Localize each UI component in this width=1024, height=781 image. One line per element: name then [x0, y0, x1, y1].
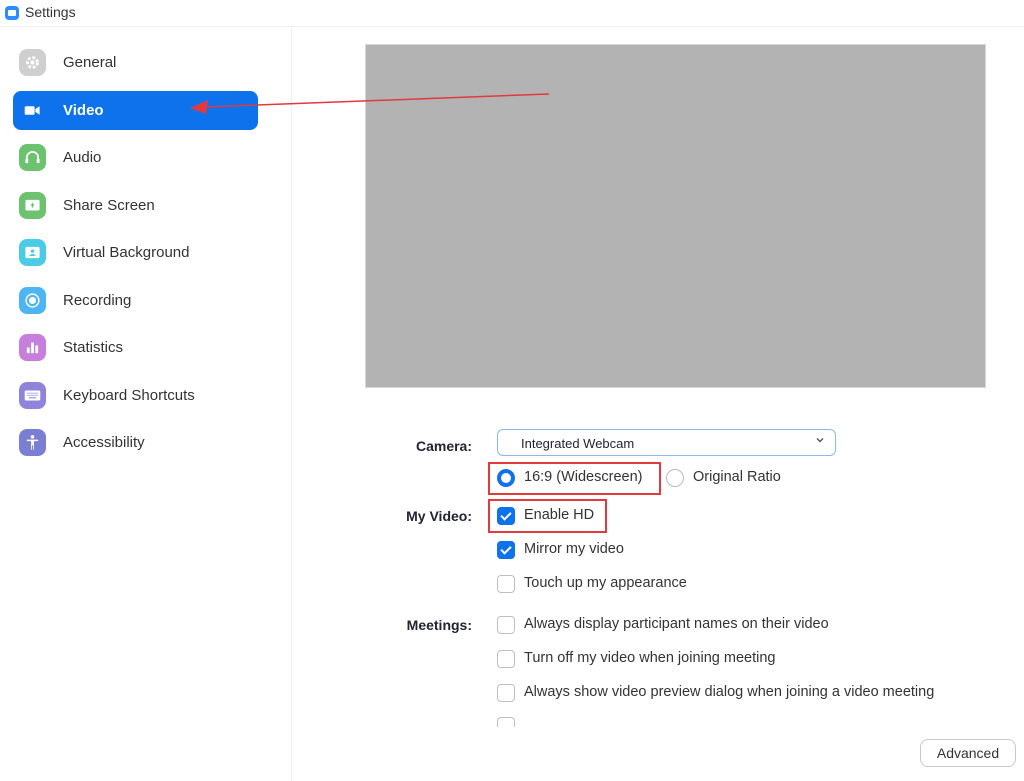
share-screen-icon [19, 192, 46, 219]
chevron-down-icon [816, 438, 824, 443]
sidebar-item-label: Video [63, 102, 104, 119]
camera-select[interactable]: Integrated Webcam [497, 429, 836, 456]
sidebar-item-virtual-background[interactable]: Virtual Background [13, 233, 258, 272]
gear-icon [19, 49, 46, 76]
radio-button[interactable] [666, 469, 684, 487]
sidebar-item-label: Recording [63, 292, 132, 309]
checkbox-label: Enable HD [524, 507, 595, 523]
ratio-original-radio[interactable]: Original Ratio [666, 466, 806, 490]
radio-button[interactable] [497, 469, 515, 487]
checkbox-label: Touch up my appearance [524, 575, 687, 591]
sidebar-item-recording[interactable]: Recording [13, 281, 258, 320]
record-icon [19, 287, 46, 314]
turn-off-video-checkbox[interactable]: Turn off my video when joining meeting [497, 647, 817, 671]
sidebar-item-accessibility[interactable]: Accessibility [13, 423, 258, 462]
checkbox[interactable] [497, 507, 515, 525]
sidebar-item-label: Statistics [63, 339, 124, 356]
sidebar-item-general[interactable]: General [13, 43, 258, 82]
advanced-button[interactable]: Advanced [920, 739, 1016, 767]
checkbox-label: Always show video preview dialog when jo… [524, 684, 935, 700]
video-camera-icon [19, 97, 46, 124]
sidebar-item-keyboard-shortcuts[interactable]: Keyboard Shortcuts [13, 376, 258, 415]
touch-up-appearance-checkbox[interactable]: Touch up my appearance [497, 572, 717, 596]
virtual-background-icon [19, 239, 46, 266]
radio-label: 16:9 (Widescreen) [524, 469, 643, 485]
clipped-option-row [492, 717, 1012, 727]
sidebar-item-statistics[interactable]: Statistics [13, 328, 258, 367]
sidebar-item-audio[interactable]: Audio [13, 138, 258, 177]
camera-select-value: Integrated Webcam [521, 436, 635, 451]
meetings-label: Meetings: [406, 617, 472, 633]
bar-chart-icon [19, 334, 46, 361]
checkbox-label: Mirror my video [524, 541, 624, 557]
sidebar-item-label: Share Screen [63, 197, 155, 214]
video-settings-panel: Camera: Integrated Webcam 16:9 (Widescre… [292, 27, 1024, 781]
checkbox[interactable] [497, 684, 515, 702]
checkbox[interactable] [497, 575, 515, 593]
sidebar-item-share-screen[interactable]: Share Screen [13, 186, 258, 225]
enable-hd-checkbox[interactable]: Enable HD [497, 504, 607, 528]
mirror-video-checkbox[interactable]: Mirror my video [497, 538, 657, 562]
window-title: Settings [25, 4, 76, 20]
radio-label: Original Ratio [693, 469, 781, 485]
sidebar-item-label: General [63, 54, 117, 71]
checkbox[interactable] [497, 616, 515, 634]
display-names-checkbox[interactable]: Always display participant names on thei… [497, 613, 877, 637]
settings-sidebar: General Video Audio Share Screen Virtual… [0, 27, 292, 781]
checkbox[interactable] [497, 650, 515, 668]
zoom-camera-icon [5, 6, 19, 20]
sidebar-item-label: Keyboard Shortcuts [63, 387, 195, 404]
title-bar: Settings [0, 0, 1024, 27]
camera-label: Camera: [415, 438, 472, 454]
accessibility-icon [19, 429, 46, 456]
my-video-label: My Video: [406, 508, 472, 524]
ratio-widescreen-radio[interactable]: 16:9 (Widescreen) [497, 466, 657, 490]
checkbox[interactable] [497, 717, 515, 727]
video-preview-dialog-checkbox[interactable]: Always show video preview dialog when jo… [497, 681, 987, 705]
checkbox-label: Always display participant names on thei… [524, 616, 829, 632]
video-preview [366, 45, 985, 387]
headphones-icon [19, 144, 46, 171]
sidebar-item-label: Virtual Background [63, 244, 190, 261]
keyboard-icon [19, 382, 46, 409]
sidebar-item-video[interactable]: Video [13, 91, 258, 130]
checkbox-label: Turn off my video when joining meeting [524, 650, 776, 666]
sidebar-item-label: Audio [63, 149, 102, 166]
checkbox[interactable] [497, 541, 515, 559]
sidebar-item-label: Accessibility [63, 434, 145, 451]
